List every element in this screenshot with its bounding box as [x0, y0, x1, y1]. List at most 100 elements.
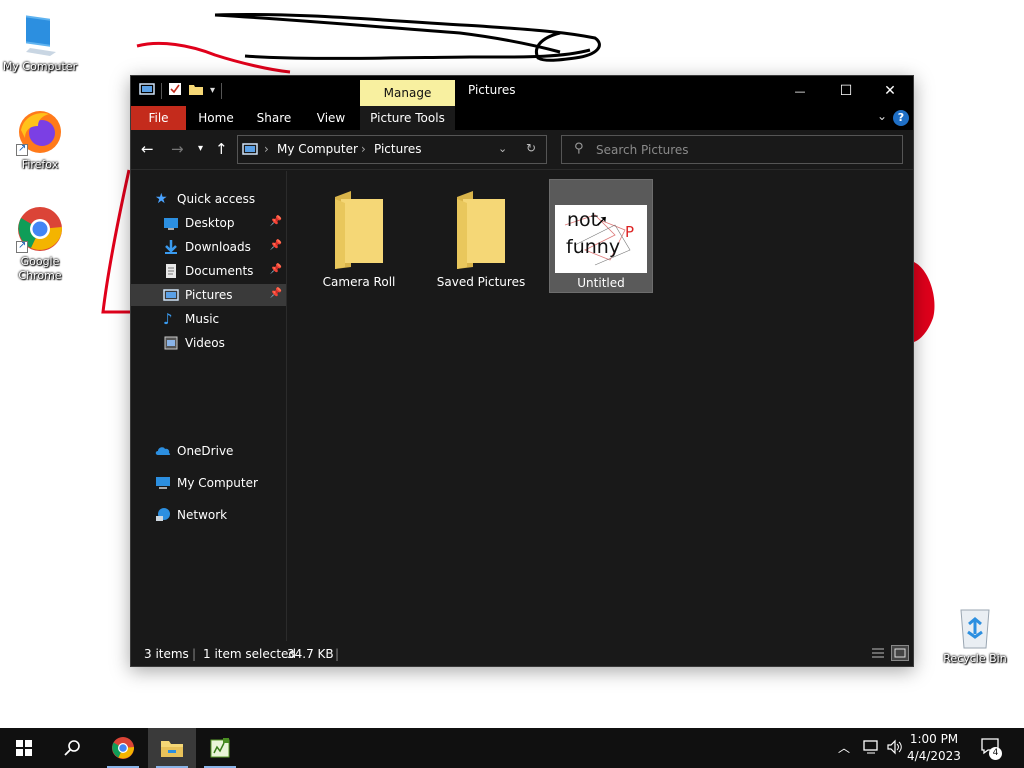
desktop-icon-firefox[interactable]: Firefox — [0, 108, 80, 172]
window-app-icon — [139, 82, 155, 99]
image-thumbnail: not funny P ➚ — [555, 205, 647, 273]
status-size: 34.7 KB — [287, 647, 334, 661]
cloud-icon — [155, 443, 171, 459]
desktop-icon-google-chrome[interactable]: Google Chrome — [0, 205, 80, 283]
taskbar-app-editor[interactable] — [196, 728, 244, 768]
sidebar-item-label: Documents — [185, 264, 254, 278]
tab-picture-tools[interactable]: Picture Tools — [360, 106, 455, 130]
pictures-location-icon — [242, 142, 258, 159]
sidebar-item-quick-access[interactable]: ★ Quick access — [131, 188, 286, 210]
up-button[interactable]: ↑ — [215, 138, 228, 160]
pin-icon[interactable]: 📌 — [270, 288, 282, 299]
folder-item-saved-pictures[interactable]: Saved Pictures — [429, 179, 533, 293]
volume-button[interactable] — [886, 738, 904, 768]
help-icon[interactable]: ? — [893, 110, 909, 126]
sidebar-item-videos[interactable]: Videos — [131, 332, 286, 354]
tab-home[interactable]: Home — [193, 106, 239, 130]
navigation-pane: ★ Quick access Desktop 📌 Downloads 📌 Doc… — [131, 171, 287, 641]
title-bar[interactable]: ▾ Manage Pictures — ☐ ✕ — [131, 76, 913, 106]
recycle-bin-icon — [951, 602, 999, 650]
file-list: Camera Roll Saved Pictures not funny P ➚… — [288, 171, 913, 641]
desktop-icon-label: Recycle Bin — [943, 652, 1007, 665]
desktop-icon-label: Google Chrome — [18, 255, 62, 282]
document-icon — [163, 263, 179, 279]
back-button[interactable]: ← — [141, 138, 154, 160]
sidebar-item-label: My Computer — [177, 476, 258, 490]
breadcrumb-pictures[interactable]: Pictures — [374, 142, 422, 156]
sidebar-item-pictures[interactable]: Pictures 📌 — [131, 284, 286, 306]
desktop-icon-my-computer[interactable]: My Computer — [0, 10, 80, 74]
network-icon — [155, 507, 171, 523]
star-icon: ★ — [155, 191, 168, 207]
large-icons-view-button[interactable] — [891, 645, 909, 661]
sidebar-item-label: Videos — [185, 336, 225, 350]
up-arrow-icon: ↑ — [215, 140, 228, 158]
pin-icon[interactable]: 📌 — [270, 240, 282, 251]
sidebar-item-network[interactable]: Network — [131, 504, 286, 526]
item-name: Camera Roll — [322, 275, 396, 289]
tab-file[interactable]: File — [131, 106, 186, 130]
sidebar-item-label: Downloads — [185, 240, 251, 254]
file-item-untitled[interactable]: not funny P ➚ Untitled — [549, 179, 653, 293]
show-hidden-icons-button[interactable]: ︿ — [838, 739, 850, 768]
folder-item-camera-roll[interactable]: Camera Roll — [307, 179, 411, 293]
network-tray-icon — [863, 740, 878, 754]
sidebar-item-music[interactable]: ♪ Music — [131, 308, 286, 330]
back-arrow-icon: ← — [141, 140, 154, 158]
sidebar-item-my-computer[interactable]: My Computer — [131, 472, 286, 494]
search-box[interactable]: ⚲ — [561, 135, 903, 164]
forward-arrow-icon: → — [171, 140, 184, 158]
refresh-icon[interactable]: ↻ — [526, 141, 536, 155]
pin-icon[interactable]: 📌 — [270, 216, 282, 227]
tab-view[interactable]: View — [309, 106, 353, 130]
navigation-bar: ← → ▾ ↑ › My Computer › Pictures ⌄ ↻ ⚲ — [131, 130, 913, 170]
address-bar[interactable]: › My Computer › Pictures ⌄ ↻ — [237, 135, 547, 164]
network-status-button[interactable] — [862, 738, 880, 768]
breadcrumb-my-computer[interactable]: My Computer — [277, 142, 358, 156]
clock[interactable]: 1:00 PM 4/4/2023 — [904, 731, 964, 765]
details-view-icon — [872, 648, 884, 658]
recent-locations-button[interactable]: ▾ — [198, 138, 203, 160]
desktop-icon-label: My Computer — [2, 60, 78, 73]
details-view-button[interactable] — [869, 645, 887, 661]
maximize-button[interactable]: ☐ — [823, 76, 869, 106]
desktop-icon-recycle-bin[interactable]: Recycle Bin — [935, 602, 1015, 666]
ribbon-tabs: File Home Share View Picture Tools ⌄ ? — [131, 106, 913, 130]
quick-access-toolbar: ▾ — [139, 82, 223, 99]
close-button[interactable]: ✕ — [867, 76, 913, 106]
new-folder-icon[interactable] — [188, 82, 204, 99]
sidebar-item-label: OneDrive — [177, 444, 234, 458]
collapse-ribbon-chevron-icon[interactable]: ⌄ — [877, 109, 887, 123]
taskbar-app-chrome[interactable] — [99, 728, 147, 768]
search-button[interactable] — [48, 728, 96, 768]
sidebar-item-label: Network — [177, 508, 228, 522]
taskbar-app-file-explorer[interactable] — [148, 728, 196, 768]
action-center-button[interactable]: 4 — [980, 737, 1004, 760]
shortcut-arrow-icon — [16, 239, 28, 253]
toolbar-separator — [221, 82, 223, 99]
search-input[interactable] — [596, 141, 886, 159]
pin-icon[interactable]: 📌 — [270, 264, 282, 275]
thumbnail-text-funny: funny — [566, 236, 621, 258]
start-button[interactable] — [0, 728, 48, 768]
thumbnail-text-not: not — [567, 209, 599, 231]
manage-tab[interactable]: Manage — [360, 80, 455, 106]
sidebar-item-downloads[interactable]: Downloads 📌 — [131, 236, 286, 258]
folder-icon — [335, 191, 383, 269]
sidebar-item-documents[interactable]: Documents 📌 — [131, 260, 286, 282]
folder-icon — [457, 191, 505, 269]
firefox-icon — [16, 108, 64, 156]
minimize-button[interactable]: — — [777, 76, 823, 106]
status-selection: 1 item selected — [203, 647, 297, 661]
customize-toolbar-icon[interactable]: ▾ — [210, 85, 215, 96]
chevron-down-icon: ▾ — [198, 143, 204, 154]
forward-button[interactable]: → — [171, 138, 184, 160]
properties-icon[interactable] — [168, 82, 182, 99]
close-icon: ✕ — [884, 83, 896, 99]
tab-share[interactable]: Share — [251, 106, 297, 130]
computer-icon — [155, 475, 171, 491]
address-dropdown-chevron-icon[interactable]: ⌄ — [498, 142, 507, 155]
sidebar-item-desktop[interactable]: Desktop 📌 — [131, 212, 286, 234]
sidebar-item-onedrive[interactable]: OneDrive — [131, 440, 286, 462]
item-name: Untitled — [577, 276, 625, 290]
